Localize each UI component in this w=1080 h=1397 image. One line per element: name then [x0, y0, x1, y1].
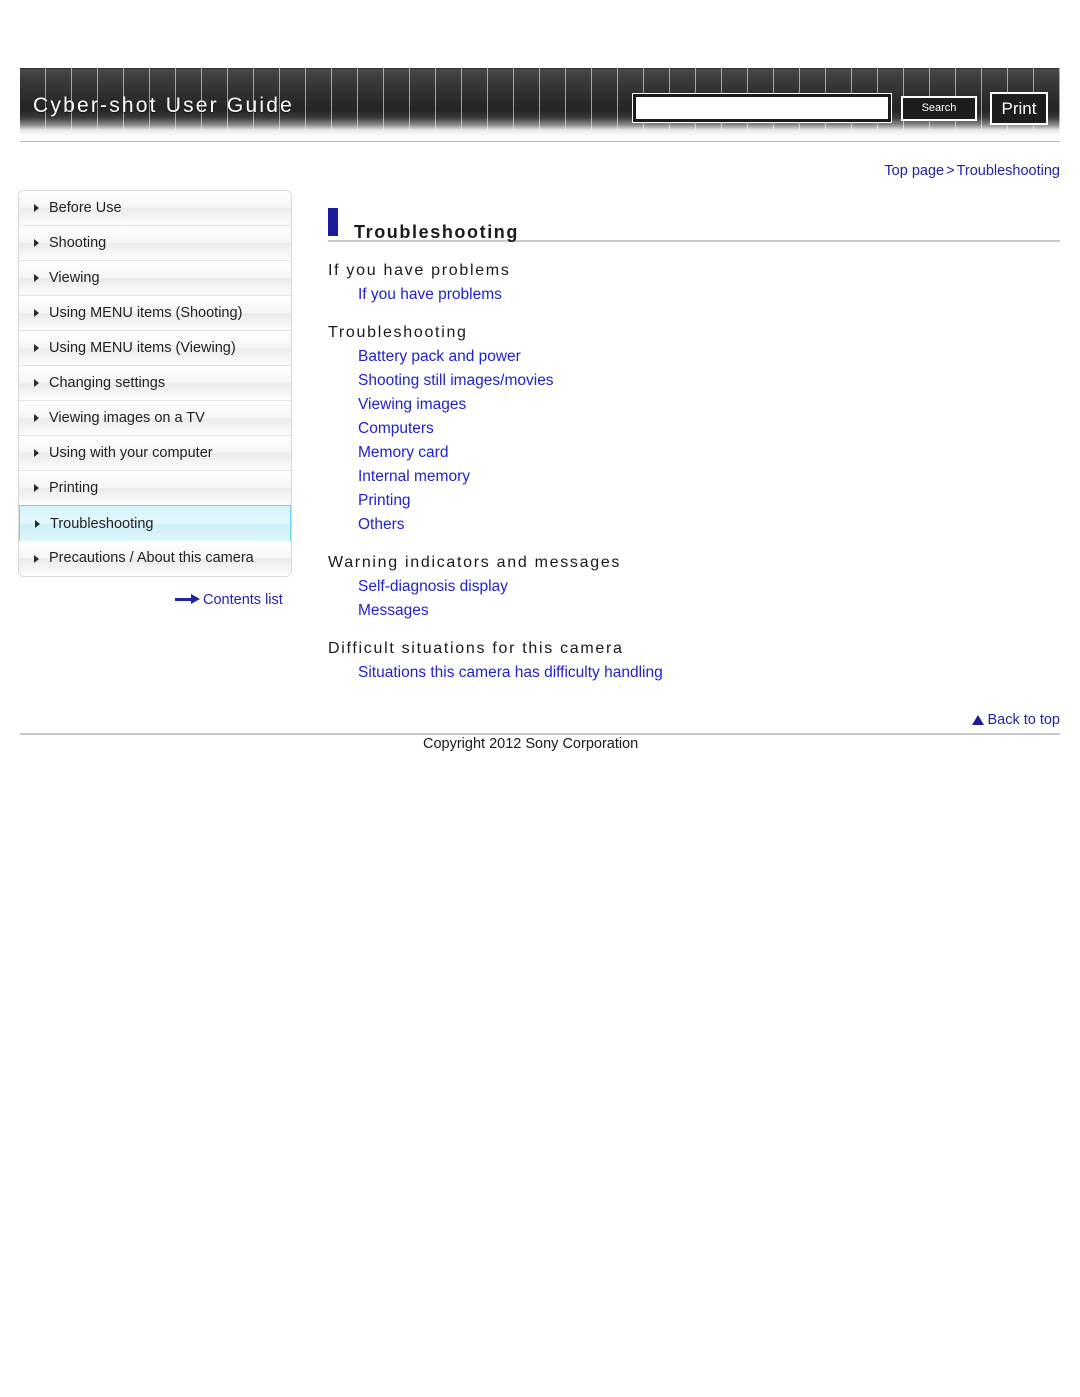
section-link[interactable]: Computers: [358, 420, 434, 438]
sidebar-item-label: Changing settings: [49, 375, 166, 391]
print-button[interactable]: Print: [990, 92, 1048, 125]
triangle-right-icon: [34, 204, 39, 212]
sidebar-item-shooting[interactable]: Shooting: [19, 226, 291, 261]
content-section: Troubleshooting Battery pack and power Sho…: [328, 324, 1060, 534]
section-link-list: Situations this camera has difficulty ha…: [328, 664, 1060, 682]
contents-list-label: Contents list: [203, 592, 283, 609]
section-link[interactable]: Others: [358, 516, 405, 534]
breadcrumb-current: Troubleshooting: [956, 163, 1060, 179]
page-title-accent-bar: [328, 208, 338, 236]
content-sections: If you have problems If you have problems…: [328, 262, 1060, 682]
page-title-row: Troubleshooting: [328, 206, 1060, 242]
sidebar-item-label: Viewing: [49, 270, 100, 286]
triangle-right-icon: [34, 379, 39, 387]
content-section: Warning indicators and messages Self-diag…: [328, 554, 1060, 620]
main-content: Troubleshooting If you have problems If y…: [328, 206, 1060, 686]
triangle-right-icon: [35, 519, 40, 528]
triangle-right-icon: [34, 344, 39, 352]
sidebar-item-label: Troubleshooting: [50, 516, 154, 532]
back-to-top: Back to top: [328, 712, 1060, 728]
section-heading: Troubleshooting: [328, 324, 468, 341]
section-link[interactable]: Battery pack and power: [358, 348, 521, 366]
sidebar-item-label: Precautions / About this camera: [49, 550, 254, 566]
section-link-list: Battery pack and power Shooting still ima…: [328, 348, 1060, 534]
section-link[interactable]: Viewing images: [358, 396, 466, 414]
sidebar-item-label: Using MENU items (Shooting): [49, 305, 243, 321]
breadcrumb-separator: >: [946, 163, 955, 179]
section-link[interactable]: Internal memory: [358, 468, 470, 486]
section-link-list: If you have problems: [328, 286, 1060, 304]
breadcrumb-top-page-link[interactable]: Top page: [884, 163, 944, 179]
section-link[interactable]: Situations this camera has difficulty ha…: [358, 664, 663, 682]
sidebar-item-label: Using MENU items (Viewing): [49, 340, 236, 356]
sidebar-item-precautions-about-this-camera[interactable]: Precautions / About this camera: [19, 541, 291, 576]
section-link[interactable]: Self-diagnosis display: [358, 578, 508, 596]
sidebar-nav: Before Use Shooting Viewing Using MENU item…: [18, 190, 292, 577]
sidebar-item-label: Using with your computer: [49, 445, 213, 461]
content-section: If you have problems If you have problems: [328, 262, 1060, 304]
sidebar-item-label: Shooting: [49, 235, 107, 251]
sidebar-item-label: Printing: [49, 480, 99, 496]
footer-rule: [20, 733, 1060, 735]
triangle-right-icon: [34, 414, 39, 422]
section-link[interactable]: Printing: [358, 492, 411, 510]
section-link[interactable]: If you have problems: [358, 286, 502, 304]
section-link[interactable]: Messages: [358, 602, 429, 620]
arrow-right-icon: [175, 594, 201, 605]
sidebar-item-using-menu-items-shooting[interactable]: Using MENU items (Shooting): [19, 296, 291, 331]
section-link[interactable]: Memory card: [358, 444, 448, 462]
sidebar-item-label: Before Use: [49, 200, 122, 216]
sidebar-item-viewing-images-on-a-tv[interactable]: Viewing images on a TV: [19, 401, 291, 436]
sidebar-item-troubleshooting[interactable]: Troubleshooting: [19, 505, 291, 542]
back-to-top-label: Back to top: [987, 712, 1060, 728]
content-section: Difficult situations for this camera Situ…: [328, 640, 1060, 682]
section-heading: Difficult situations for this camera: [328, 640, 624, 657]
page-title: Troubleshooting: [354, 222, 519, 243]
sidebar-item-printing[interactable]: Printing: [19, 471, 291, 506]
sidebar-item-label: Viewing images on a TV: [49, 410, 205, 426]
triangle-right-icon: [34, 484, 39, 492]
sidebar-item-changing-settings[interactable]: Changing settings: [19, 366, 291, 401]
section-link-list: Self-diagnosis display Messages: [328, 578, 1060, 620]
search-button[interactable]: Search: [901, 96, 977, 121]
triangle-right-icon: [34, 239, 39, 247]
section-link[interactable]: Shooting still images/movies: [358, 372, 554, 390]
copyright-text: Copyright 2012 Sony Corporation: [423, 736, 639, 752]
back-to-top-link[interactable]: Back to top: [972, 712, 1060, 728]
contents-list-link[interactable]: Contents list: [175, 592, 283, 608]
header-bottom-rule: [20, 141, 1060, 142]
breadcrumb: Top page > Troubleshooting: [884, 163, 1060, 179]
triangle-up-icon: [972, 715, 985, 725]
section-heading: If you have problems: [328, 262, 511, 279]
section-heading: Warning indicators and messages: [328, 554, 622, 571]
triangle-right-icon: [34, 309, 39, 317]
header-gradient-fade: [20, 130, 1060, 138]
site-title: Cyber-shot User Guide: [33, 94, 294, 117]
sidebar-item-before-use[interactable]: Before Use: [19, 191, 291, 226]
sidebar-item-viewing[interactable]: Viewing: [19, 261, 291, 296]
triangle-right-icon: [34, 449, 39, 457]
triangle-right-icon: [34, 274, 39, 282]
search-input[interactable]: [632, 93, 892, 123]
sidebar-item-using-menu-items-viewing[interactable]: Using MENU items (Viewing): [19, 331, 291, 366]
triangle-right-icon: [34, 554, 39, 563]
sidebar-item-using-with-your-computer[interactable]: Using with your computer: [19, 436, 291, 471]
